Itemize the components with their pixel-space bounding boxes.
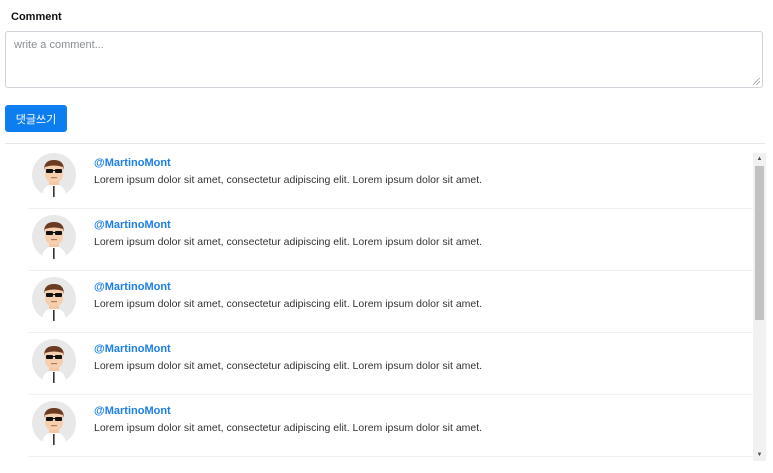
comment-username[interactable]: @MartinoMont — [94, 343, 171, 355]
triangle-up-icon[interactable]: ▲ — [753, 153, 766, 165]
comment-list-scrollbar[interactable]: ▲ ▼ — [753, 153, 766, 461]
comment-textarea[interactable]: write a comment... — [5, 31, 763, 88]
avatar-icon — [32, 215, 76, 259]
avatar-icon — [32, 277, 76, 321]
comment-text: Lorem ipsum dolor sit amet, consectetur … — [94, 174, 483, 186]
scrollbar-thumb[interactable] — [755, 166, 764, 320]
comment-placeholder: write a comment... — [14, 39, 104, 51]
avatar-icon — [32, 153, 76, 197]
avatar-icon — [32, 401, 76, 445]
divider — [5, 143, 765, 144]
comment-label: Comment — [11, 11, 62, 23]
triangle-down-icon[interactable]: ▼ — [753, 449, 766, 461]
comment-item: @MartinoMont Lorem ipsum dolor sit amet,… — [28, 271, 766, 333]
comment-text: Lorem ipsum dolor sit amet, consectetur … — [94, 236, 483, 248]
comment-username[interactable]: @MartinoMont — [94, 281, 171, 293]
comment-text: Lorem ipsum dolor sit amet, consectetur … — [94, 298, 483, 310]
resize-grip-icon[interactable] — [753, 78, 760, 85]
avatar-icon — [32, 339, 76, 383]
comment-item: @MartinoMont Lorem ipsum dolor sit amet,… — [28, 147, 766, 209]
comment-item: @MartinoMont Lorem ipsum dolor sit amet,… — [28, 209, 766, 271]
comment-item: @MartinoMont Lorem ipsum dolor sit amet,… — [28, 333, 766, 395]
comment-text: Lorem ipsum dolor sit amet, consectetur … — [94, 422, 483, 434]
comment-username[interactable]: @MartinoMont — [94, 157, 171, 169]
comment-username[interactable]: @MartinoMont — [94, 219, 171, 231]
submit-comment-button[interactable]: 댓글쓰기 — [5, 105, 67, 132]
comment-username[interactable]: @MartinoMont — [94, 405, 171, 417]
comment-list: @MartinoMont Lorem ipsum dolor sit amet,… — [28, 147, 766, 460]
comment-text: Lorem ipsum dolor sit amet, consectetur … — [94, 360, 483, 372]
comment-item: @MartinoMont Lorem ipsum dolor sit amet,… — [28, 395, 766, 457]
